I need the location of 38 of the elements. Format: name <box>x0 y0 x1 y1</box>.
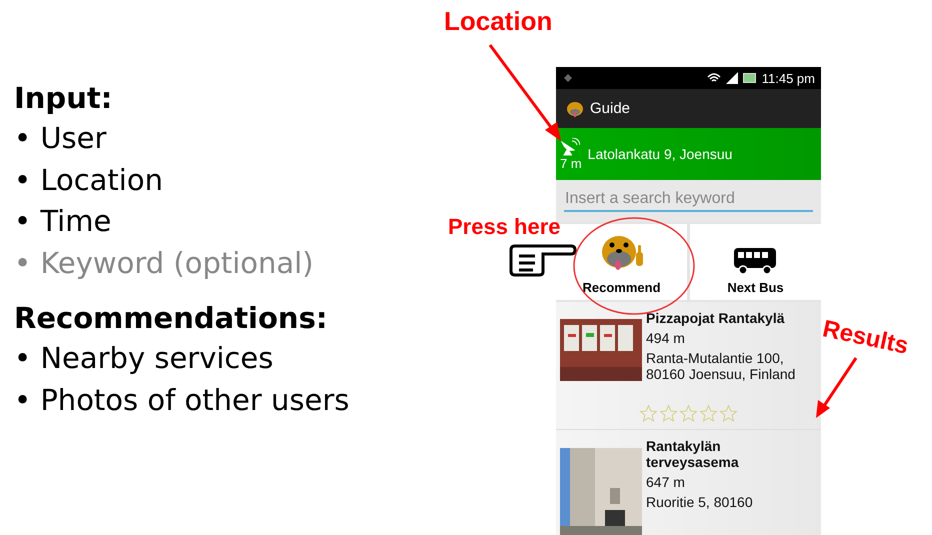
dog-icon <box>566 100 584 118</box>
star-icon <box>639 404 658 423</box>
star-icon <box>659 404 678 423</box>
result-card[interactable]: Rantakylän terveysasema 647 m Ruoritie 5, 80160 <box>556 430 821 535</box>
bullet-item: • Time <box>14 203 112 240</box>
clock: 11:45 pm <box>762 70 815 86</box>
bullet-item: • Keyword (optional) <box>14 244 314 282</box>
bullet-item: • Location <box>14 162 163 198</box>
bullet-item: • User <box>14 120 106 157</box>
star-icon <box>699 404 718 423</box>
annotation-label: Location <box>444 6 552 37</box>
satellite-dish-icon <box>560 138 580 156</box>
star-icon <box>679 404 698 423</box>
star-rating[interactable] <box>639 404 738 423</box>
distance-label: 494 m <box>646 330 686 346</box>
address-label: Ranta-Mutalantie 100, 80160 Joensuu, Finland <box>646 350 796 382</box>
bullet-item: • Nearby services <box>14 340 274 377</box>
bullet-item: • Photos of other users <box>14 382 350 418</box>
place-name: Pizzapojat Rantakylä <box>646 310 786 326</box>
pointing-hand-icon <box>507 242 577 278</box>
wifi-icon <box>706 72 721 84</box>
result-card[interactable]: Pizzapojat Rantakylä 494 m Ranta-Mutalantie 100, 80160 Joensuu, Finland <box>556 302 821 430</box>
distance-label: 647 m <box>646 474 686 490</box>
battery-icon <box>742 73 757 83</box>
action-button[interactable]: Next Bus <box>690 224 821 300</box>
star-icon <box>719 404 738 423</box>
app-title: Guide <box>590 100 630 117</box>
section-heading: Recommendations: <box>14 300 328 337</box>
search-field[interactable]: Insert a search keyword <box>556 180 821 222</box>
accuracy-label: 7 m <box>560 156 582 170</box>
section-heading: Input: <box>14 80 112 117</box>
signal-icon <box>726 72 738 84</box>
address-label: Ruoritie 5, 80160 <box>646 494 754 510</box>
annotation-label: Results <box>820 315 911 361</box>
place-name: Rantakylän terveysasema <box>646 438 740 470</box>
address-label: Latolankatu 9, Joensuu <box>588 146 732 162</box>
bus-icon <box>732 246 778 276</box>
satellite-icon <box>562 72 574 84</box>
